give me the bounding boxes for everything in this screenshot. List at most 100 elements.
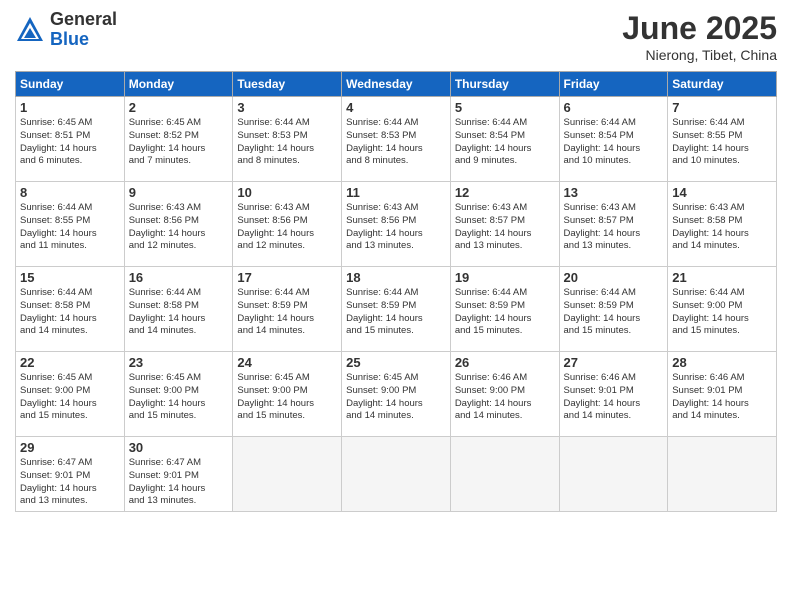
day-info: Sunrise: 6:44 AM Sunset: 8:59 PM Dayligh… [237, 287, 337, 338]
day-number: 2 [129, 100, 229, 115]
day-cell [233, 437, 342, 512]
day-cell: 20Sunrise: 6:44 AM Sunset: 8:59 PM Dayli… [559, 267, 668, 352]
page: General Blue June 2025 Nierong, Tibet, C… [0, 0, 792, 612]
day-info: Sunrise: 6:45 AM Sunset: 8:52 PM Dayligh… [129, 117, 229, 168]
day-info: Sunrise: 6:46 AM Sunset: 9:00 PM Dayligh… [455, 372, 555, 423]
day-cell: 3 Sunrise: 6:44 AM Sunset: 8:53 PM Daylig… [233, 97, 342, 182]
day-number: 21 [672, 270, 772, 285]
day-number: 7 [672, 100, 772, 115]
day-info: Sunrise: 6:46 AM Sunset: 9:01 PM Dayligh… [672, 372, 772, 423]
day-info: Sunrise: 6:45 AM Sunset: 9:00 PM Dayligh… [237, 372, 337, 423]
day-number: 9 [129, 185, 229, 200]
day-number: 4 [346, 100, 446, 115]
day-number: 5 [455, 100, 555, 115]
day-number: 25 [346, 355, 446, 370]
logo: General Blue [15, 10, 117, 50]
day-cell: 16Sunrise: 6:44 AM Sunset: 8:58 PM Dayli… [124, 267, 233, 352]
day-number: 6 [564, 100, 664, 115]
month-title: June 2025 [622, 10, 777, 47]
day-info: Sunrise: 6:44 AM Sunset: 8:53 PM Dayligh… [237, 117, 337, 168]
day-cell: 28 Sunrise: 6:46 AM Sunset: 9:01 PM Dayli… [668, 352, 777, 437]
day-cell: 6 Sunrise: 6:44 AM Sunset: 8:54 PM Daylig… [559, 97, 668, 182]
day-cell: 21 Sunrise: 6:44 AM Sunset: 9:00 PM Dayli… [668, 267, 777, 352]
logo-general: General [50, 10, 117, 30]
day-cell: 19Sunrise: 6:44 AM Sunset: 8:59 PM Dayli… [450, 267, 559, 352]
day-info: Sunrise: 6:45 AM Sunset: 9:00 PM Dayligh… [346, 372, 446, 423]
day-number: 1 [20, 100, 120, 115]
day-info: Sunrise: 6:44 AM Sunset: 8:55 PM Dayligh… [672, 117, 772, 168]
day-info: Sunrise: 6:43 AM Sunset: 8:56 PM Dayligh… [346, 202, 446, 253]
day-info: Sunrise: 6:45 AM Sunset: 9:00 PM Dayligh… [129, 372, 229, 423]
week-row-1: 1Sunrise: 6:45 AM Sunset: 8:51 PM Daylig… [16, 97, 777, 182]
day-info: Sunrise: 6:44 AM Sunset: 8:54 PM Dayligh… [455, 117, 555, 168]
day-number: 30 [129, 440, 229, 455]
day-number: 26 [455, 355, 555, 370]
day-info: Sunrise: 6:47 AM Sunset: 9:01 PM Dayligh… [129, 457, 229, 508]
day-info: Sunrise: 6:43 AM Sunset: 8:56 PM Dayligh… [129, 202, 229, 253]
day-cell: 1Sunrise: 6:45 AM Sunset: 8:51 PM Daylig… [16, 97, 125, 182]
day-cell: 29Sunrise: 6:47 AM Sunset: 9:01 PM Dayli… [16, 437, 125, 512]
day-info: Sunrise: 6:44 AM Sunset: 8:58 PM Dayligh… [20, 287, 120, 338]
day-number: 27 [564, 355, 664, 370]
day-number: 12 [455, 185, 555, 200]
day-cell [342, 437, 451, 512]
logo-blue: Blue [50, 30, 117, 50]
day-cell [668, 437, 777, 512]
weekday-header-friday: Friday [559, 72, 668, 97]
day-info: Sunrise: 6:44 AM Sunset: 8:53 PM Dayligh… [346, 117, 446, 168]
day-info: Sunrise: 6:44 AM Sunset: 8:55 PM Dayligh… [20, 202, 120, 253]
day-info: Sunrise: 6:44 AM Sunset: 8:54 PM Dayligh… [564, 117, 664, 168]
day-info: Sunrise: 6:44 AM Sunset: 9:00 PM Dayligh… [672, 287, 772, 338]
logo-icon [15, 15, 45, 45]
day-info: Sunrise: 6:43 AM Sunset: 8:56 PM Dayligh… [237, 202, 337, 253]
day-number: 8 [20, 185, 120, 200]
day-cell: 25 Sunrise: 6:45 AM Sunset: 9:00 PM Dayli… [342, 352, 451, 437]
day-cell: 7 Sunrise: 6:44 AM Sunset: 8:55 PM Daylig… [668, 97, 777, 182]
day-cell: 22 Sunrise: 6:45 AM Sunset: 9:00 PM Dayli… [16, 352, 125, 437]
week-row-3: 15Sunrise: 6:44 AM Sunset: 8:58 PM Dayli… [16, 267, 777, 352]
day-cell: 14Sunrise: 6:43 AM Sunset: 8:58 PM Dayli… [668, 182, 777, 267]
day-number: 3 [237, 100, 337, 115]
weekday-header-monday: Monday [124, 72, 233, 97]
day-info: Sunrise: 6:44 AM Sunset: 8:59 PM Dayligh… [564, 287, 664, 338]
day-number: 28 [672, 355, 772, 370]
day-cell: 9 Sunrise: 6:43 AM Sunset: 8:56 PM Daylig… [124, 182, 233, 267]
day-info: Sunrise: 6:43 AM Sunset: 8:57 PM Dayligh… [455, 202, 555, 253]
day-cell: 30 Sunrise: 6:47 AM Sunset: 9:01 PM Dayli… [124, 437, 233, 512]
day-cell: 11 Sunrise: 6:43 AM Sunset: 8:56 PM Dayli… [342, 182, 451, 267]
day-cell [559, 437, 668, 512]
day-cell: 12 Sunrise: 6:43 AM Sunset: 8:57 PM Dayli… [450, 182, 559, 267]
week-row-5: 29Sunrise: 6:47 AM Sunset: 9:01 PM Dayli… [16, 437, 777, 512]
day-cell: 10Sunrise: 6:43 AM Sunset: 8:56 PM Dayli… [233, 182, 342, 267]
day-cell: 24 Sunrise: 6:45 AM Sunset: 9:00 PM Dayli… [233, 352, 342, 437]
day-number: 11 [346, 185, 446, 200]
day-number: 14 [672, 185, 772, 200]
logo-text: General Blue [50, 10, 117, 50]
weekday-header-wednesday: Wednesday [342, 72, 451, 97]
header: General Blue June 2025 Nierong, Tibet, C… [15, 10, 777, 63]
day-cell [450, 437, 559, 512]
day-info: Sunrise: 6:44 AM Sunset: 8:58 PM Dayligh… [129, 287, 229, 338]
day-cell: 4 Sunrise: 6:44 AM Sunset: 8:53 PM Daylig… [342, 97, 451, 182]
day-cell: 23Sunrise: 6:45 AM Sunset: 9:00 PM Dayli… [124, 352, 233, 437]
day-info: Sunrise: 6:45 AM Sunset: 9:00 PM Dayligh… [20, 372, 120, 423]
day-cell: 8 Sunrise: 6:44 AM Sunset: 8:55 PM Daylig… [16, 182, 125, 267]
day-cell: 26 Sunrise: 6:46 AM Sunset: 9:00 PM Dayli… [450, 352, 559, 437]
day-cell: 15Sunrise: 6:44 AM Sunset: 8:58 PM Dayli… [16, 267, 125, 352]
day-info: Sunrise: 6:46 AM Sunset: 9:01 PM Dayligh… [564, 372, 664, 423]
day-info: Sunrise: 6:47 AM Sunset: 9:01 PM Dayligh… [20, 457, 120, 508]
weekday-header-saturday: Saturday [668, 72, 777, 97]
day-cell: 5 Sunrise: 6:44 AM Sunset: 8:54 PM Daylig… [450, 97, 559, 182]
day-info: Sunrise: 6:43 AM Sunset: 8:57 PM Dayligh… [564, 202, 664, 253]
week-row-2: 8 Sunrise: 6:44 AM Sunset: 8:55 PM Daylig… [16, 182, 777, 267]
weekday-header-row: SundayMondayTuesdayWednesdayThursdayFrid… [16, 72, 777, 97]
day-cell: 27 Sunrise: 6:46 AM Sunset: 9:01 PM Dayli… [559, 352, 668, 437]
day-number: 24 [237, 355, 337, 370]
weekday-header-tuesday: Tuesday [233, 72, 342, 97]
day-number: 17 [237, 270, 337, 285]
day-number: 13 [564, 185, 664, 200]
location: Nierong, Tibet, China [622, 47, 777, 63]
day-number: 19 [455, 270, 555, 285]
day-number: 22 [20, 355, 120, 370]
weekday-header-thursday: Thursday [450, 72, 559, 97]
